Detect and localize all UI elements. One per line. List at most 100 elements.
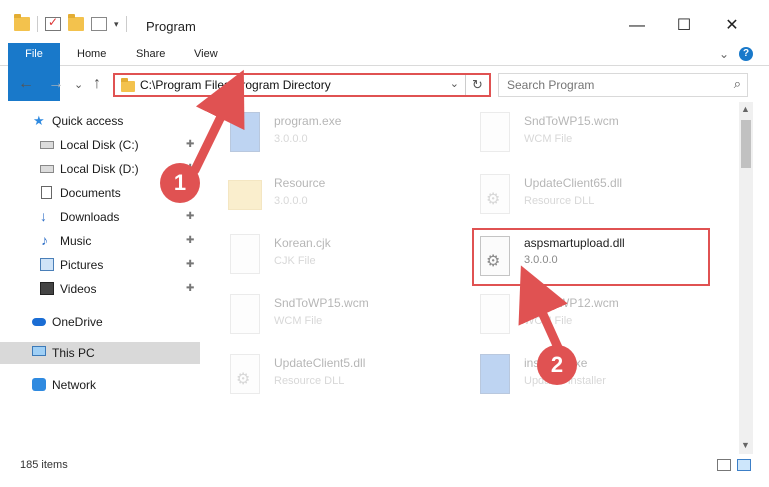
customize-toolbar-icon[interactable] (91, 17, 107, 31)
sidebar-item-label: Downloads (60, 210, 120, 224)
sidebar-item-label: Quick access (52, 114, 124, 128)
music-icon: ♪ (41, 232, 48, 248)
file-type: WCM File (524, 133, 573, 145)
navigation-bar: ← → ⌄ ↑ C:\Program Files\Program Directo… (0, 70, 769, 100)
file-name: SndToWP15.wcm (274, 296, 369, 310)
toolbar-divider (37, 16, 38, 32)
file-item[interactable]: SndToWP15.wcm WCM File (212, 288, 447, 346)
sidebar-item-label: OneDrive (52, 315, 103, 329)
file-name: UpdateClient5.dll (274, 356, 366, 370)
file-item[interactable]: Korean.cjk CJK File (212, 228, 447, 286)
dll-icon (230, 354, 260, 394)
sidebar-item-label: This PC (52, 346, 95, 360)
disk-icon (40, 165, 54, 173)
file-name: SndToWP15.wcm (524, 114, 619, 128)
file-item[interactable]: installer.exe Updates installer (462, 348, 697, 406)
quick-access-toolbar: ▾ (14, 14, 127, 32)
file-name: Korean.cjk (274, 236, 331, 250)
vertical-scrollbar[interactable]: ▲ ▼ (739, 102, 753, 454)
forward-icon[interactable]: → (48, 75, 64, 93)
address-dropdown-icon[interactable]: ⌄ (450, 77, 459, 90)
file-icon (480, 112, 510, 152)
file-icon (230, 294, 260, 334)
close-button[interactable]: ✕ (709, 12, 755, 40)
window-title: Program (146, 19, 196, 34)
sidebar-item-downloads[interactable]: ↓ Downloads ✚ (0, 206, 200, 228)
downloads-icon: ↓ (40, 208, 47, 224)
status-bar: 185 items (0, 455, 769, 477)
scroll-down-icon[interactable]: ▼ (741, 440, 750, 450)
tab-home[interactable]: Home (77, 43, 106, 66)
sidebar-item-this-pc[interactable]: This PC (0, 342, 200, 364)
pictures-icon (40, 258, 54, 271)
file-icon (230, 234, 260, 274)
pc-icon (32, 346, 46, 356)
tab-view[interactable]: View (194, 43, 218, 66)
item-count: 185 items (20, 459, 68, 471)
sidebar-item-label: Music (60, 234, 92, 248)
sidebar-item-quick-access[interactable]: ★ Quick access (0, 110, 200, 132)
file-name: SndToWP12.wcm (524, 296, 619, 310)
exe-icon (230, 112, 260, 152)
details-view-icon[interactable] (717, 459, 731, 471)
file-type: Resource DLL (274, 375, 345, 387)
sidebar-item-label: Videos (60, 282, 97, 296)
expand-ribbon-icon[interactable]: ⌄ (719, 47, 729, 61)
file-name: Resource (274, 176, 326, 190)
minimize-button[interactable]: — (614, 12, 660, 40)
scrollbar-thumb[interactable] (741, 120, 751, 168)
recent-locations-icon[interactable]: ⌄ (74, 78, 83, 91)
star-icon: ★ (33, 113, 45, 128)
file-version: 3.0.0.0 (274, 133, 308, 145)
pin-icon: ✚ (186, 211, 195, 222)
dll-icon (480, 174, 510, 214)
sidebar-item-music[interactable]: ♪ Music ✚ (0, 230, 200, 252)
maximize-button[interactable]: ☐ (661, 12, 707, 40)
ribbon-tabs: File Home Share View ⌄ ? (0, 43, 769, 101)
file-name: aspsmartupload.dll (524, 236, 625, 250)
file-name: UpdateClient65.dll (524, 176, 623, 190)
disk-icon (40, 141, 54, 149)
scroll-up-icon[interactable]: ▲ (741, 104, 750, 114)
file-item[interactable]: UpdateClient5.dll Resource DLL (212, 348, 447, 406)
sidebar-item-videos[interactable]: Videos ✚ (0, 278, 200, 300)
help-icon[interactable]: ? (739, 47, 753, 61)
toolbar-divider (125, 16, 127, 32)
search-input[interactable] (507, 75, 727, 95)
file-version: 3.0.0.0 (274, 195, 308, 207)
pin-icon: ✚ (186, 259, 195, 270)
search-box[interactable]: ⌕ (498, 73, 748, 97)
dll-icon (480, 236, 510, 276)
file-name: program.exe (274, 114, 342, 128)
file-item[interactable]: SndToWP15.wcm WCM File (462, 106, 697, 164)
sidebar-item-pictures[interactable]: Pictures ✚ (0, 254, 200, 276)
back-icon[interactable]: ← (18, 75, 34, 93)
sidebar-item-network[interactable]: Network (0, 374, 200, 396)
videos-icon (40, 282, 54, 295)
address-bar[interactable]: C:\Program Files\Program Directory ⌄ ↻ (113, 73, 491, 97)
refresh-icon[interactable]: ↻ (465, 75, 489, 95)
up-icon[interactable]: ↑ (93, 75, 101, 93)
step-1-badge: 1 (160, 163, 200, 203)
documents-icon (41, 186, 52, 199)
file-item[interactable]: SndToWP12.wcm WCM File (462, 288, 697, 346)
file-item[interactable]: UpdateClient65.dll Resource DLL (462, 168, 697, 226)
new-folder-icon[interactable] (68, 14, 84, 31)
file-type: CJK File (274, 255, 316, 267)
large-icons-view-icon[interactable] (737, 459, 751, 471)
file-item[interactable]: program.exe 3.0.0.0 (212, 106, 447, 164)
properties-check-icon[interactable] (45, 15, 61, 31)
sidebar-item-label: Pictures (60, 258, 104, 272)
tab-share[interactable]: Share (136, 43, 165, 66)
sidebar-item-onedrive[interactable]: OneDrive (0, 311, 200, 333)
qat-dropdown-icon[interactable]: ▾ (114, 19, 119, 30)
address-path[interactable]: C:\Program Files\Program Directory (140, 78, 331, 92)
sidebar-item-local-disk-c[interactable]: Local Disk (C:) ✚ (0, 134, 200, 156)
sidebar-item-label: Local Disk (D:) (60, 162, 139, 176)
file-version: 3.0.0.0 (524, 254, 558, 266)
network-icon (32, 378, 46, 391)
file-item-aspsmartupload[interactable]: aspsmartupload.dll 3.0.0.0 (472, 228, 710, 286)
file-type: Resource DLL (524, 195, 595, 207)
folder-item[interactable]: Resource 3.0.0.0 (212, 168, 447, 226)
navigation-pane: ★ Quick access Local Disk (C:) ✚ Local D… (0, 108, 208, 453)
